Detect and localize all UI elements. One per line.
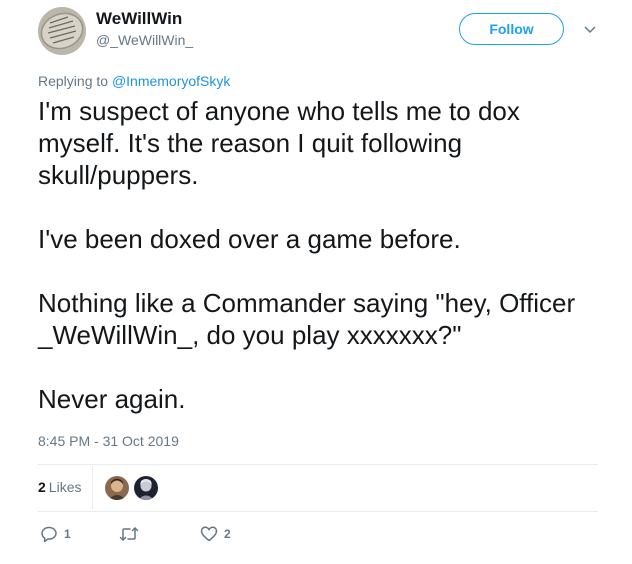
replying-prefix: Replying to: [38, 73, 112, 89]
retweet-icon: [119, 527, 139, 541]
more-options-chevron-down-icon[interactable]: [580, 20, 600, 40]
reply-button[interactable]: 1: [40, 523, 71, 545]
user-display-name[interactable]: WeWillWin: [96, 9, 182, 29]
tweet-card: WeWillWin @_WeWillWin_ Follow Replying t…: [0, 0, 632, 564]
likes-stat[interactable]: 2 Likes: [38, 479, 81, 495]
tweet-timestamp[interactable]: 8:45 PM - 31 Oct 2019: [38, 433, 179, 449]
liker-avatar[interactable]: [105, 476, 129, 500]
tweet-paragraph: Never again.: [38, 384, 186, 414]
reply-icon: [41, 526, 57, 543]
divider: [38, 511, 598, 512]
tweet-text: I'm suspect of anyone who tells me to do…: [38, 95, 608, 415]
retweet-button[interactable]: [119, 523, 145, 545]
reply-count: 1: [64, 527, 71, 541]
reply-mention-link[interactable]: @InmemoryofSkyk: [112, 73, 230, 89]
tweet-paragraph: I've been doxed over a game before.: [38, 224, 461, 254]
dog-tag-avatar-icon: [38, 7, 86, 55]
heart-icon: [200, 526, 218, 542]
user-handle: @_WeWillWin_: [96, 32, 194, 48]
replying-to: Replying to @InmemoryofSkyk: [38, 73, 230, 89]
user-avatar[interactable]: [38, 7, 86, 55]
likes-count: 2: [38, 479, 46, 495]
like-count: 2: [224, 527, 231, 541]
like-button[interactable]: 2: [200, 523, 231, 545]
follow-button[interactable]: Follow: [459, 13, 564, 45]
liker-avatar[interactable]: [134, 476, 158, 500]
divider: [38, 464, 598, 465]
likes-label: Likes: [48, 479, 82, 495]
divider: [92, 466, 93, 509]
tweet-paragraph: I'm suspect of anyone who tells me to do…: [38, 96, 520, 190]
tweet-paragraph: Nothing like a Commander saying "hey, Of…: [38, 288, 576, 350]
